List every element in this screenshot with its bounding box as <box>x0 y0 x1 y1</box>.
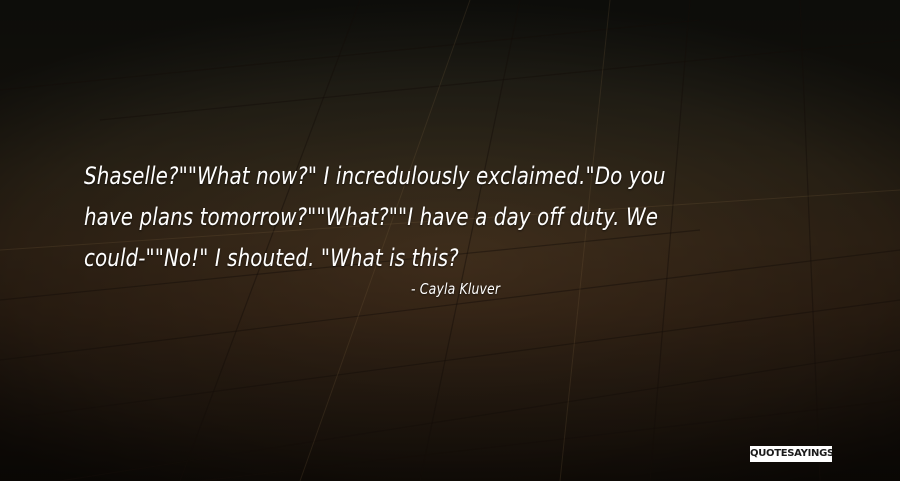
watermark-logo: QUOTESAYINGS.NET <box>750 446 832 462</box>
quote-author: - Cayla Kluver <box>411 280 501 298</box>
quote-text: Shaselle?""What now?" I incredulously ex… <box>84 162 666 272</box>
quote-image: Shaselle?""What now?" I incredulously ex… <box>0 0 900 481</box>
